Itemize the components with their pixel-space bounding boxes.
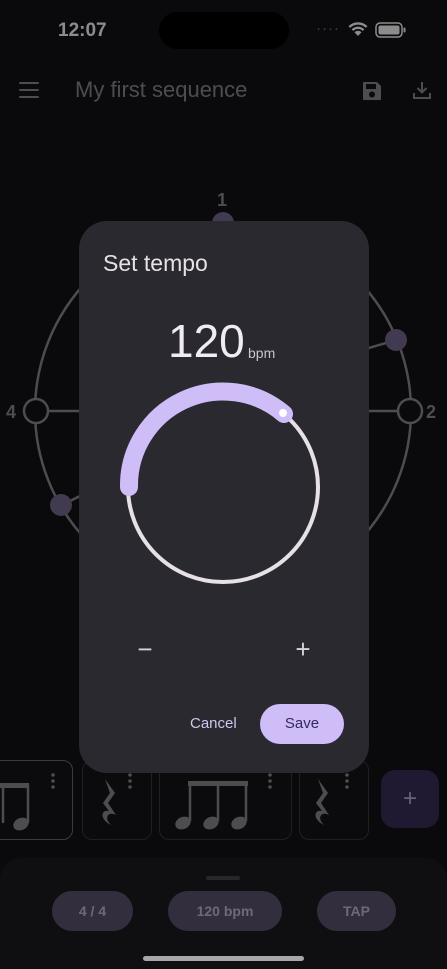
save-button[interactable]: Save (260, 704, 344, 744)
tempo-value: 120 (168, 315, 245, 367)
dialog-title: Set tempo (103, 250, 208, 276)
dial-handle (279, 409, 287, 417)
home-indicator (143, 956, 304, 961)
tempo-unit: bpm (248, 345, 276, 361)
decrement-tempo-button[interactable]: − (130, 634, 160, 665)
cancel-button[interactable]: Cancel (190, 715, 237, 732)
increment-tempo-button[interactable]: + (288, 634, 318, 665)
dial-progress-arc (119, 382, 293, 496)
tempo-dial[interactable] (115, 378, 335, 598)
